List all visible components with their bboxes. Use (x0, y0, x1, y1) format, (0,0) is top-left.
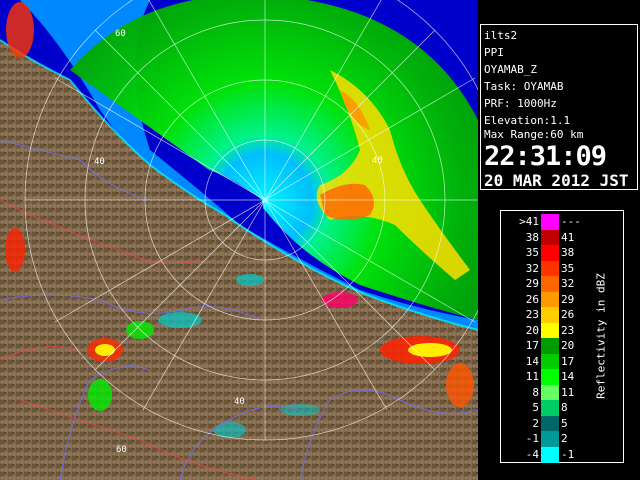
legend-high-value: --- (561, 215, 581, 228)
range-label-s: 40 (234, 397, 245, 407)
legend-low-value: -1 (525, 432, 539, 445)
legend-high-value: 32 (561, 277, 575, 290)
legend-high-value: 26 (561, 308, 575, 321)
legend-high-value: 23 (561, 323, 575, 337)
legend-color-swatch (541, 291, 559, 308)
legend-color-swatch (541, 415, 559, 432)
legend-low-value: 35 (525, 246, 539, 259)
legend-low-value: 26 (525, 292, 539, 306)
legend-color-swatch (541, 229, 559, 246)
range-label-sw: 60 (116, 445, 127, 455)
legend-low-value: 23 (525, 308, 539, 321)
info-line: PRF: 1000Hz (484, 97, 557, 110)
observation-time: 22:31:09 (484, 141, 607, 172)
info-line: Elevation:1.1 (484, 114, 571, 127)
legend-high-value: 5 (561, 416, 568, 430)
legend-high-value: 38 (561, 246, 575, 259)
legend-high-value: 20 (561, 339, 575, 352)
info-line: PPI (484, 46, 504, 59)
legend-row: 38 41 (501, 229, 623, 246)
legend-high-value: 11 (561, 385, 575, 399)
legend-low-value: 29 (525, 277, 539, 290)
legend-low-value: -4 (525, 447, 539, 461)
legend-low-value: 17 (525, 339, 539, 352)
legend-color-swatch (541, 353, 559, 370)
range-label-w: 40 (94, 157, 105, 167)
reflectivity-legend: >41 --- 38 41 35 38 32 35 29 32 26 29 23 26 20 23 17 20 14… (500, 210, 624, 463)
legend-color-swatch (541, 431, 559, 447)
legend-high-value: 29 (561, 292, 575, 306)
legend-low-value: >41 (519, 215, 539, 228)
legend-color-swatch (541, 446, 559, 463)
legend-color-swatch (541, 322, 559, 339)
legend-low-value: 38 (525, 230, 539, 244)
radar-ppi-map: 60 40 40 40 60 (0, 0, 478, 480)
legend-row: >41 --- (501, 214, 623, 230)
legend-color-swatch (541, 214, 559, 230)
range-label-ne: 40 (372, 156, 383, 166)
legend-row: -1 2 (501, 431, 623, 447)
legend-low-value: 2 (532, 416, 539, 430)
legend-color-swatch (541, 260, 559, 277)
legend-high-value: 41 (561, 230, 575, 244)
legend-low-value: 5 (532, 401, 539, 414)
legend-color-swatch (541, 369, 559, 385)
legend-row: 35 38 (501, 245, 623, 261)
legend-color-swatch (541, 276, 559, 292)
legend-low-value: 11 (525, 370, 539, 383)
info-line: Max Range:60 km (484, 128, 584, 141)
legend-high-value: 14 (561, 370, 575, 383)
legend-row: 25 (501, 415, 623, 432)
legend-color-swatch (541, 338, 559, 354)
legend-high-value: 17 (561, 354, 575, 368)
legend-low-value: 14 (525, 354, 539, 368)
legend-low-value: 32 (525, 261, 539, 275)
legend-high-value: 8 (561, 401, 568, 414)
info-line: OYAMAB_Z (484, 63, 537, 76)
legend-high-value: 2 (561, 432, 568, 445)
legend-row: 58 (501, 400, 623, 416)
legend-color-swatch (541, 384, 559, 401)
legend-row: -4 -1 (501, 446, 623, 463)
legend-high-value: -1 (561, 447, 575, 461)
legend-low-value: 20 (525, 323, 539, 337)
legend-color-swatch (541, 307, 559, 323)
info-line: Task: OYAMAB (484, 80, 564, 93)
legend-low-value: 8 (532, 385, 539, 399)
legend-high-value: 35 (561, 261, 575, 275)
radar-info-panel: ilts2 PPI OYAMAB_Z Task: OYAMAB PRF: 100… (480, 24, 638, 190)
legend-color-swatch (541, 245, 559, 261)
legend-title: Reflectivity in dBZ (594, 273, 608, 399)
observation-date: 20 MAR 2012 JST (484, 171, 629, 190)
info-line: ilts2 (484, 29, 518, 42)
legend-color-swatch (541, 400, 559, 416)
range-label-nw: 60 (115, 29, 126, 39)
